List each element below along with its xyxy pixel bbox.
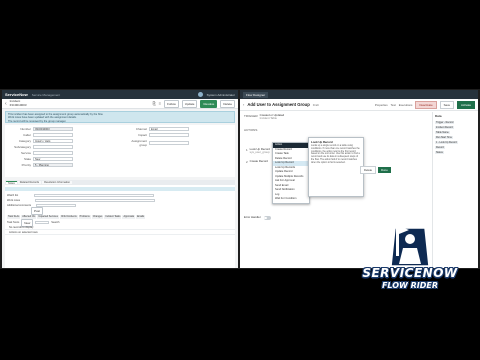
service-field: Service (9, 151, 73, 155)
save-button[interactable]: Save (439, 100, 455, 109)
trigger-sub: Incident Table (259, 116, 277, 121)
follow-button[interactable]: Follow (164, 99, 179, 108)
related-tab[interactable]: Incident Tasks (104, 215, 122, 219)
action-picker-dropdown[interactable]: Action Create Record Create Task Delete … (272, 142, 310, 204)
done-button[interactable]: Done (378, 167, 391, 173)
logo-line-1: SERVICENOW (362, 266, 458, 280)
error-handler-label: Error Handler (244, 215, 261, 220)
caller-field: Caller (9, 133, 73, 137)
related-search-input[interactable] (35, 220, 50, 225)
action-description-popover: Look Up Record Looks up a single record … (308, 137, 364, 197)
watch-list-field[interactable] (34, 193, 155, 198)
error-handler-row: Error Handler (244, 215, 271, 220)
related-tab[interactable]: Task SLAs (7, 215, 21, 219)
update-button[interactable]: Update (181, 99, 198, 108)
executions-link[interactable]: Executions (399, 103, 413, 107)
related-tab[interactable]: Changes (91, 215, 104, 219)
related-list-tabs: Task SLAs Affected CIs Impacted Services… (5, 215, 235, 219)
back-arrow-icon[interactable]: ‹ (5, 101, 7, 107)
flow-header: ‹ Add User to Assignment Group Draft Pro… (240, 99, 478, 111)
channel-field: Channel Email (125, 127, 189, 131)
popover-body: Looks up a single record on a table usin… (311, 145, 360, 164)
info-line: The record will be reviewed by the group… (8, 119, 67, 123)
work-notes-field[interactable] (35, 198, 156, 203)
trigger-step[interactable]: TRIGGER Created or Updated Incident Tabl… (244, 113, 284, 121)
app-title[interactable]: ServiceNow (5, 92, 28, 97)
activate-button[interactable]: Activate (457, 100, 475, 109)
record-number: INC0010003 (9, 102, 27, 107)
delete-button[interactable]: Delete (220, 99, 235, 108)
actions-row: Actions on selected rows (5, 230, 235, 235)
record-title: Incident INC0010003 (9, 99, 27, 107)
error-handler-toggle[interactable] (263, 216, 271, 220)
actions-header: ACTIONS (244, 128, 258, 132)
step-2-title: Create Record (249, 159, 268, 163)
related-tab[interactable]: Child Incidents (59, 215, 78, 219)
assignment-group-field: Assignment group (125, 139, 189, 147)
tab-notes[interactable]: Notes (6, 181, 17, 185)
user-avatar[interactable] (197, 92, 203, 97)
flow-step-2[interactable]: 2 Create Record (246, 159, 268, 164)
flow-step-1[interactable]: 1 Look Up Record sys_user_group (246, 147, 270, 155)
related-tab[interactable]: Problems (78, 215, 91, 219)
test-link[interactable]: Test (391, 103, 396, 107)
back-arrow-icon[interactable]: ‹ (243, 102, 244, 107)
user-menu[interactable]: System Administrator (207, 93, 235, 97)
related-list-title: Task SLAs (7, 221, 20, 224)
attachment-icon[interactable]: ⎘ (153, 101, 156, 106)
subcategory-field: Subcategory (9, 145, 73, 149)
incident-form-window: ServiceNow Service Management System Adm… (2, 90, 238, 268)
data-panel-title: Data (435, 114, 442, 118)
step-action-buttons: Delete Done (360, 166, 391, 174)
form-section-tabs: Notes Related Records Resolution Informa… (5, 180, 235, 185)
search-label: Search (51, 221, 60, 224)
deactivate-button[interactable]: Deactivate (415, 100, 437, 109)
flow-designer-top-bar: Flow Designer (240, 90, 478, 99)
tab-related-records[interactable]: Related Records (17, 181, 42, 184)
channel-logo: SERVICENOW FLOW RIDER (355, 222, 465, 300)
category-field: Category Inquiry / Help (9, 139, 73, 143)
trigger-label: TRIGGER (244, 114, 258, 118)
tab-resolution-information[interactable]: Resolution Information (42, 181, 73, 184)
impact-field: Impact (125, 133, 189, 137)
data-pill-row: Status (435, 151, 444, 154)
properties-link[interactable]: Properties (375, 103, 388, 107)
notes-and-related-lists: Notes Related Records Resolution Informa… (5, 180, 235, 268)
priority-field: Priority 5 - Planning (9, 163, 73, 167)
form-header: ‹ Incident INC0010003 ⎘ ≡ Follow Update … (2, 99, 238, 109)
form-fields: Number INC0010003 Caller Category Inquir… (5, 125, 235, 177)
number-field: Number INC0010003 (9, 127, 73, 131)
logo-line-2: FLOW RIDER (381, 281, 439, 290)
dropdown-item[interactable]: Wait For Condition (273, 197, 309, 202)
info-message-box: This incident has been assigned to the a… (5, 111, 235, 123)
state-field: State New (9, 157, 73, 161)
app-subtitle: Service Management (31, 92, 61, 97)
notes-banner (5, 187, 235, 191)
related-tab[interactable]: Emails (136, 215, 146, 219)
related-tab[interactable]: Impacted Services (37, 215, 59, 219)
flow-title: Add User to Assignment Group (247, 102, 310, 107)
tab-flow-designer[interactable]: Flow Designer (243, 91, 269, 98)
servicenow-top-bar: ServiceNow Service Management System Adm… (2, 90, 238, 99)
post-button[interactable]: Post (31, 206, 44, 215)
post-row: Post (5, 206, 235, 215)
delete-step-button[interactable]: Delete (360, 166, 377, 174)
popover-title: Look Up Record (311, 140, 333, 144)
step-1-sub: sys_user_group (249, 150, 270, 155)
more-options-icon[interactable]: ≡ (159, 101, 161, 106)
resolve-button[interactable]: Resolve (200, 99, 218, 108)
flow-status: Draft (312, 102, 319, 107)
related-tab[interactable]: Approvals (122, 215, 136, 219)
